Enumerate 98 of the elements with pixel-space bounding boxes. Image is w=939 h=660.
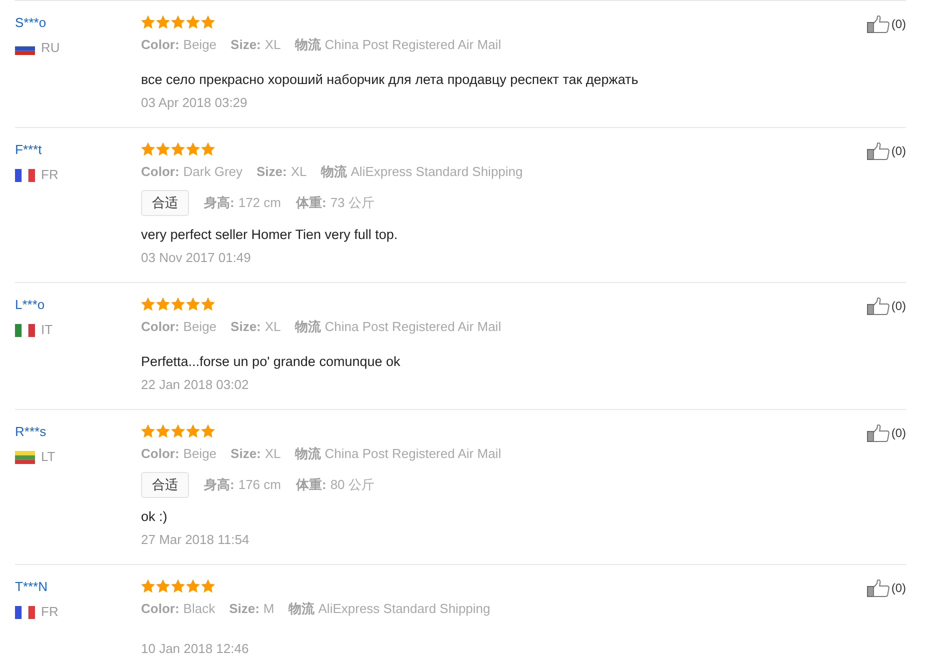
star-icon [171,15,185,29]
star-icon [186,579,200,593]
attribute-value: M [263,600,274,618]
reviewer-name[interactable]: F***t [15,142,42,158]
star-icon [156,579,170,593]
star-icon [141,15,155,29]
attribute-value: XL [264,36,281,54]
star-icon [141,142,155,156]
measurement-label: 体重: [296,476,326,494]
attribute-label: Size: [230,445,261,463]
attribute-value: AliExpress Standard Shipping [350,163,523,181]
like-button[interactable]: (0) [867,424,906,442]
star-icon [201,424,215,438]
attribute-label: 物流 [320,163,347,181]
country-code: FR [41,167,58,183]
thumbs-up-icon [867,424,890,442]
like-button[interactable]: (0) [867,142,906,160]
star-icon [201,142,215,156]
flag-icon [15,606,35,618]
attribute-label: Color: [141,163,180,181]
attribute-label: Color: [141,318,180,336]
star-icon [171,297,185,311]
star-icon [156,424,170,438]
star-icon [156,297,170,311]
review-text: все село прекрасно хороший наборчик для лета продавцу респект так держать [141,71,638,89]
like-button[interactable]: (0) [867,15,906,33]
attribute-label: Size: [230,36,261,54]
flag-icon [15,324,35,336]
star-icon [201,297,215,311]
attribute-label: 物流 [294,318,321,336]
attribute-label: Color: [141,36,180,54]
attribute-value: AliExpress Standard Shipping [318,600,490,618]
attribute-value: Beige [183,36,217,54]
attribute-value: China Post Registered Air Mail [324,36,502,54]
star-icon [171,424,185,438]
reviewer-name[interactable]: R***s [15,424,46,440]
star-icon [156,142,170,156]
thumbs-up-icon [867,15,890,33]
review-date: 27 Mar 2018 11:54 [141,531,250,549]
reviewer-name[interactable]: L***o [15,297,45,313]
star-icon [186,15,200,29]
country-code: RU [41,40,60,56]
attribute-value: XL [264,318,281,336]
country-code: LT [41,449,56,465]
measurement-value: 176 cm [238,476,281,494]
measurement-label: 体重: [296,194,326,212]
attribute-label: Color: [141,600,180,618]
country-code: FR [41,604,58,620]
star-icon [171,579,185,593]
measurement-label: 身高: [204,476,234,494]
star-icon [171,142,185,156]
country-code: IT [41,322,53,338]
review-text: very perfect seller Homer Tien very full top. [141,226,398,244]
review-date: 03 Nov 2017 01:49 [141,249,251,267]
fit-tag: 合适 [141,472,189,498]
review-date: 03 Apr 2018 03:29 [141,94,248,112]
star-icon [141,297,155,311]
attribute-label: Size: [229,600,260,618]
review-text: ok :) [141,508,168,526]
star-icon [186,424,200,438]
attribute-label: 物流 [294,36,321,54]
attribute-label: Color: [141,445,180,463]
attribute-value: Beige [183,445,217,463]
attribute-label: 物流 [288,600,314,618]
star-icon [141,579,155,593]
measurement-value: 73 公斤 [330,194,374,212]
reviewer-name[interactable]: S***o [15,15,46,31]
thumbs-up-icon [867,579,890,597]
attribute-value: Dark Grey [183,163,243,181]
like-button[interactable]: (0) [867,579,906,597]
measurement-value: 172 cm [238,194,281,212]
measurement-value: 80 公斤 [330,476,374,494]
flag-icon [15,168,35,182]
star-icon [201,15,215,29]
attribute-label: Size: [230,318,261,336]
reviewer-name[interactable]: T***N [15,579,48,595]
attribute-value: China Post Registered Air Mail [324,318,502,336]
attribute-value: Beige [183,318,217,336]
star-icon [201,579,215,593]
thumbs-up-icon [867,297,890,315]
review-date: 22 Jan 2018 03:02 [141,376,249,394]
star-icon [141,424,155,438]
thumbs-up-icon [867,142,890,160]
attribute-value: China Post Registered Air Mail [324,445,502,463]
review-date: 10 Jan 2018 12:46 [141,640,249,658]
attribute-value: XL [290,163,307,181]
star-icon [156,15,170,29]
fit-tag: 合适 [141,190,189,216]
attribute-label: 物流 [294,445,321,463]
measurement-label: 身高: [204,194,234,212]
attribute-value: Black [183,600,216,618]
review-text: Perfetta...forse un po' grande comunque ok [141,353,400,371]
like-button[interactable]: (0) [867,297,906,315]
star-icon [186,142,200,156]
attribute-value: XL [264,445,281,463]
star-icon [186,297,200,311]
attribute-label: Size: [256,163,287,181]
flag-icon [15,450,35,464]
